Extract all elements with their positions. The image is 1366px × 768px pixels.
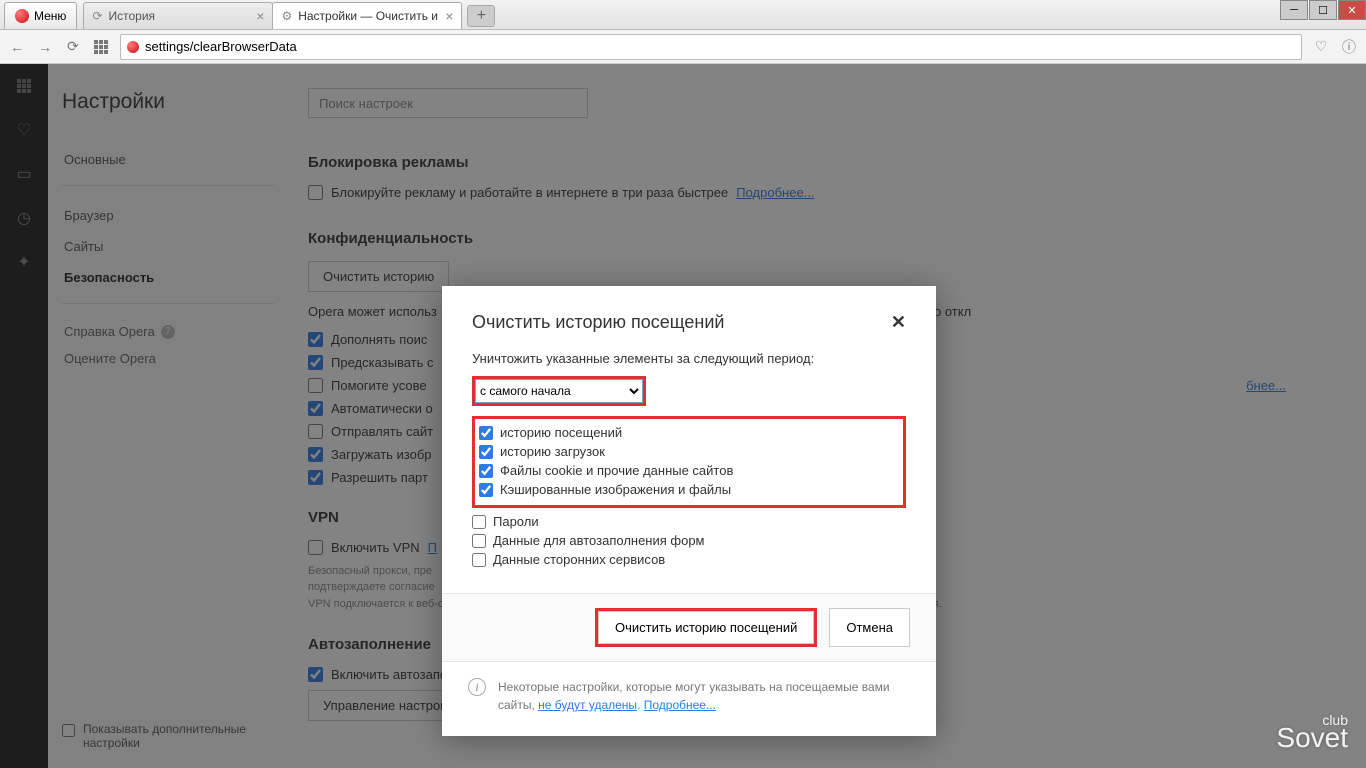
window-controls: ─ ☐ ✕ xyxy=(1279,0,1366,20)
checks-highlight: историю посещений историю загрузок Файлы… xyxy=(472,416,906,508)
tab-settings[interactable]: ⚙ Настройки — Очистить и × xyxy=(272,2,462,29)
cancel-button[interactable]: Отмена xyxy=(829,608,910,647)
check-cache[interactable] xyxy=(479,483,493,497)
speed-dial-icon[interactable] xyxy=(92,38,110,56)
back-button[interactable]: ← xyxy=(8,38,26,56)
dialog-note: i Некоторые настройки, которые могут ука… xyxy=(442,661,936,736)
confirm-highlight: Очистить историю посещений xyxy=(595,608,817,647)
menu-label: Меню xyxy=(34,9,66,23)
tab-strip: Меню ⟳ История × ⚙ Настройки — Очистить … xyxy=(0,0,1366,30)
opera-icon xyxy=(15,9,29,23)
close-icon[interactable]: × xyxy=(445,8,453,24)
url-field[interactable] xyxy=(120,34,1302,60)
settings-icon: ⚙ xyxy=(281,9,292,23)
clear-history-dialog: Очистить историю посещений ✕ Уничтожить … xyxy=(442,286,936,736)
dialog-footer: Очистить историю посещений Отмена xyxy=(442,593,936,661)
check-passwords[interactable] xyxy=(472,515,486,529)
check-cookies[interactable] xyxy=(479,464,493,478)
forward-button[interactable]: → xyxy=(36,38,54,56)
dialog-close-button[interactable]: ✕ xyxy=(891,312,906,333)
minimize-button[interactable]: ─ xyxy=(1280,0,1308,20)
dialog-title: Очистить историю посещений xyxy=(472,312,724,333)
note-more-link[interactable]: Подробнее... xyxy=(644,698,716,712)
maximize-button[interactable]: ☐ xyxy=(1309,0,1337,20)
tab-history[interactable]: ⟳ История × xyxy=(83,2,273,29)
confirm-clear-button[interactable]: Очистить историю посещений xyxy=(598,611,814,644)
period-highlight: с самого начала xyxy=(472,376,646,406)
check-downloads[interactable] xyxy=(479,445,493,459)
opera-icon xyxy=(127,41,139,53)
reload-button[interactable]: ⟳ xyxy=(64,38,82,56)
tab-label: Настройки — Очистить и xyxy=(298,9,438,23)
info-icon: i xyxy=(468,678,486,696)
address-bar: ← → ⟳ ♡ ⓘ xyxy=(0,30,1366,64)
close-window-button[interactable]: ✕ xyxy=(1338,0,1366,20)
url-input[interactable] xyxy=(145,35,1295,59)
history-icon: ⟳ xyxy=(92,9,102,23)
destroy-label: Уничтожить указанные элементы за следующ… xyxy=(472,351,906,366)
close-icon[interactable]: × xyxy=(256,8,264,24)
content-area: ♡ ▭ ◷ ✦ Настройки Основные Браузер Сайты… xyxy=(0,64,1366,768)
note-not-deleted-link[interactable]: не будут удалены xyxy=(538,698,637,712)
menu-button[interactable]: Меню xyxy=(4,2,77,29)
tab-label: История xyxy=(109,9,156,23)
new-tab-button[interactable]: + xyxy=(467,5,495,27)
check-history[interactable] xyxy=(479,426,493,440)
period-select[interactable]: с самого начала xyxy=(475,379,643,403)
info-icon[interactable]: ⓘ xyxy=(1340,38,1358,56)
check-autofill[interactable] xyxy=(472,534,486,548)
heart-icon[interactable]: ♡ xyxy=(1312,38,1330,56)
check-thirdparty[interactable] xyxy=(472,553,486,567)
